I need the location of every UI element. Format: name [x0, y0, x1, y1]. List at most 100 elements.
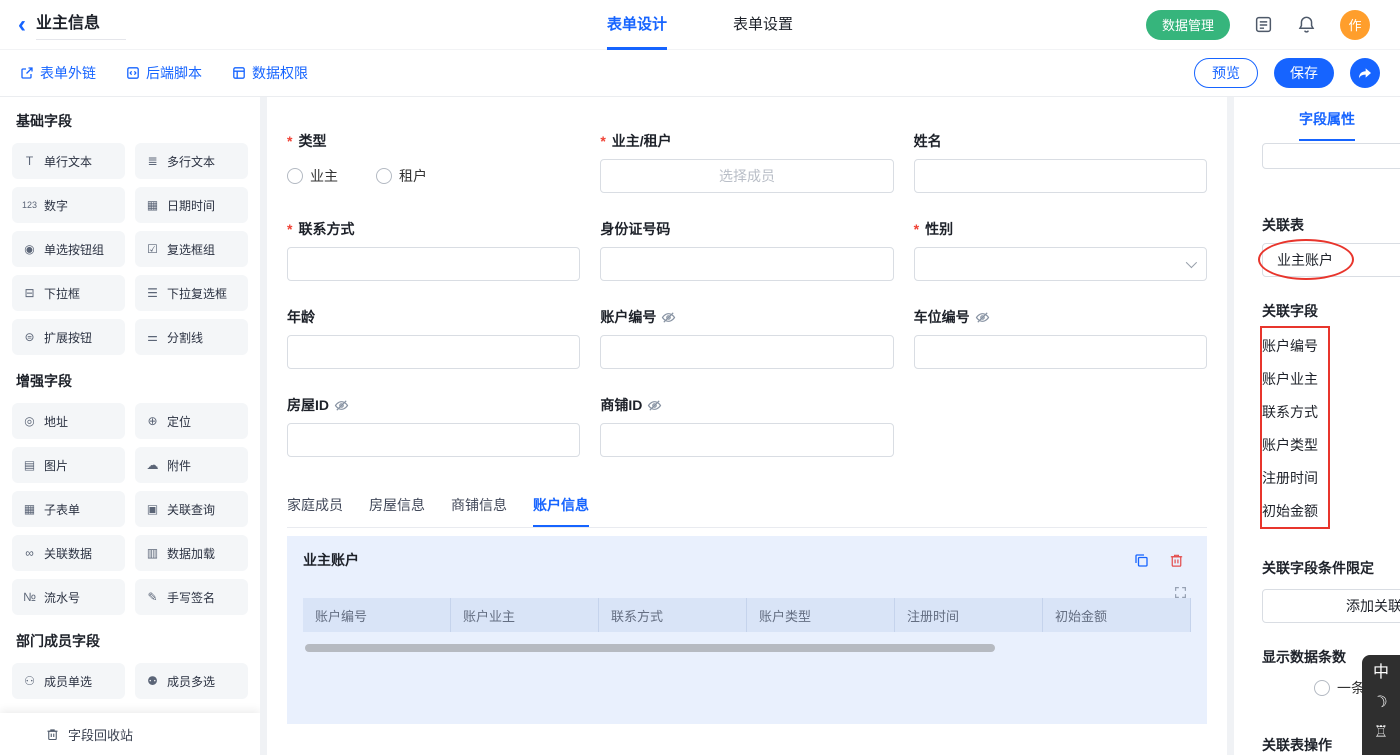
tab-form-settings[interactable]: 表单设置: [733, 0, 793, 50]
widget-bottom-icon[interactable]: ♖: [1374, 723, 1388, 743]
related-field-item[interactable]: 注册时间: [1262, 461, 1400, 494]
relation-data-icon: ∞: [22, 546, 37, 560]
report-icon[interactable]: [1254, 15, 1273, 34]
radio-label: 业主: [310, 166, 338, 186]
tab-shop-info[interactable]: 商铺信息: [451, 495, 507, 527]
sidebar-item-label: 关联查询: [167, 501, 215, 518]
delete-icon[interactable]: [1168, 552, 1185, 569]
sidebar-item-member-multi[interactable]: ⚉成员多选: [135, 663, 248, 699]
section-title-basic: 基础字段: [16, 111, 248, 131]
related-field-item[interactable]: 联系方式: [1262, 395, 1400, 428]
sidebar-item-image[interactable]: ▤图片: [12, 447, 125, 483]
parking-no-input[interactable]: [914, 335, 1207, 369]
sidebar-item-number[interactable]: 123数字: [12, 187, 125, 223]
radio-option-owner[interactable]: 业主: [287, 166, 338, 186]
field-age[interactable]: 年龄: [287, 307, 580, 369]
user-avatar[interactable]: 作: [1340, 10, 1370, 40]
property-input-partial[interactable]: [1262, 143, 1400, 169]
sidebar-item-dropdown-multi[interactable]: ☰下拉复选框: [135, 275, 248, 311]
checkbox-group-icon: ☑: [145, 242, 160, 256]
tab-family-members[interactable]: 家庭成员: [287, 495, 343, 527]
sidebar-item-serial-number[interactable]: №流水号: [12, 579, 125, 615]
expand-icon[interactable]: [1174, 586, 1187, 599]
copy-icon[interactable]: [1133, 552, 1150, 569]
sidebar-item-radio-group[interactable]: ◉单选按钮组: [12, 231, 125, 267]
tab-account-info[interactable]: 账户信息: [533, 495, 589, 527]
name-input[interactable]: [914, 159, 1207, 193]
related-field-item[interactable]: 初始金额: [1262, 494, 1400, 527]
field-account-no[interactable]: 账户编号: [600, 307, 893, 369]
field-gender[interactable]: *性别: [914, 219, 1207, 281]
share-button[interactable]: [1350, 58, 1380, 88]
extend-button-icon: ⊜: [22, 330, 37, 344]
field-palette-sidebar: 基础字段 T单行文本 ≣多行文本 123数字 ▦日期时间 ◉单选按钮组 ☑复选框…: [0, 97, 260, 755]
data-manage-button[interactable]: 数据管理: [1146, 10, 1230, 40]
back-button[interactable]: ‹: [18, 15, 26, 35]
radio-option-single[interactable]: 一条: [1314, 678, 1365, 698]
owner-member-input[interactable]: [600, 159, 893, 193]
field-contact[interactable]: *联系方式: [287, 219, 580, 281]
sidebar-item-relation-query[interactable]: ▣关联查询: [135, 491, 248, 527]
sidebar-item-location[interactable]: ⊕定位: [135, 403, 248, 439]
column-header: 联系方式: [599, 598, 747, 632]
radio-label: 租户: [399, 166, 427, 186]
shop-id-input[interactable]: [600, 423, 893, 457]
dark-mode-moon-icon[interactable]: ☽: [1371, 691, 1391, 715]
sidebar-item-relation-data[interactable]: ∞关联数据: [12, 535, 125, 571]
field-parking-no[interactable]: 车位编号: [914, 307, 1207, 369]
sidebar-item-data-load[interactable]: ▥数据加载: [135, 535, 248, 571]
age-input[interactable]: [287, 335, 580, 369]
field-id-number[interactable]: 身份证号码: [600, 219, 893, 281]
field-shop-id[interactable]: 商铺ID: [600, 395, 893, 457]
field-label: 身份证号码: [600, 219, 670, 239]
sidebar-item-address[interactable]: ◎地址: [12, 403, 125, 439]
radio-option-tenant[interactable]: 租户: [376, 166, 427, 186]
field-owner-tenant[interactable]: *业主/租户: [600, 131, 893, 193]
add-condition-button[interactable]: 添加关联条件: [1262, 589, 1400, 623]
sidebar-item-checkbox-group[interactable]: ☑复选框组: [135, 231, 248, 267]
sidebar-item-single-line-text[interactable]: T单行文本: [12, 143, 125, 179]
sidebar-item-multi-line-text[interactable]: ≣多行文本: [135, 143, 248, 179]
form-fields-grid: *类型 业主 租户 *业主/租户 姓名: [287, 131, 1207, 457]
sidebar-item-member-single[interactable]: ⚇成员单选: [12, 663, 125, 699]
sidebar-item-label: 附件: [167, 457, 191, 474]
member-single-icon: ⚇: [22, 674, 37, 688]
notification-bell-icon[interactable]: [1297, 15, 1316, 34]
section-title-member: 部门成员字段: [16, 631, 248, 651]
sidebar-item-datetime[interactable]: ▦日期时间: [135, 187, 248, 223]
field-name[interactable]: 姓名: [914, 131, 1207, 193]
tab-field-properties[interactable]: 字段属性: [1299, 97, 1355, 141]
sidebar-item-subform[interactable]: ▦子表单: [12, 491, 125, 527]
backend-script-button[interactable]: 后端脚本: [126, 63, 202, 83]
data-permission-button[interactable]: 数据权限: [232, 63, 308, 83]
dropdown-multi-icon: ☰: [145, 286, 160, 300]
gender-select[interactable]: [914, 247, 1207, 281]
related-field-item[interactable]: 账户类型: [1262, 428, 1400, 461]
sidebar-item-signature[interactable]: ✎手写签名: [135, 579, 248, 615]
translate-icon[interactable]: 中: [1373, 663, 1389, 683]
horizontal-scrollbar[interactable]: [305, 644, 995, 652]
preview-button[interactable]: 预览: [1194, 58, 1258, 88]
subtable-owner-account[interactable]: 业主账户 账户编号: [287, 536, 1207, 724]
properties-tabs: 字段属性 表单属性: [1234, 97, 1400, 141]
related-field-item[interactable]: 账户编号: [1262, 329, 1400, 362]
account-no-input[interactable]: [600, 335, 893, 369]
tab-form-design[interactable]: 表单设计: [607, 0, 667, 50]
id-number-input[interactable]: [600, 247, 893, 281]
house-id-input[interactable]: [287, 423, 580, 457]
field-type[interactable]: *类型 业主 租户: [287, 131, 580, 193]
related-table-select[interactable]: 业主账户: [1262, 243, 1400, 277]
field-recycle-bin[interactable]: 字段回收站: [0, 713, 260, 755]
field-label: 年龄: [287, 307, 315, 327]
related-field-item[interactable]: 账户业主: [1262, 362, 1400, 395]
tab-house-info[interactable]: 房屋信息: [369, 495, 425, 527]
save-button[interactable]: 保存: [1274, 58, 1334, 88]
sidebar-item-attachment[interactable]: ☁附件: [135, 447, 248, 483]
sidebar-item-divider[interactable]: ⚌分割线: [135, 319, 248, 355]
toolbar-link-label: 后端脚本: [146, 63, 202, 83]
form-external-link-button[interactable]: 表单外链: [20, 63, 96, 83]
field-house-id[interactable]: 房屋ID: [287, 395, 580, 457]
contact-input[interactable]: [287, 247, 580, 281]
sidebar-item-dropdown[interactable]: ⊟下拉框: [12, 275, 125, 311]
sidebar-item-extend-button[interactable]: ⊜扩展按钮: [12, 319, 125, 355]
